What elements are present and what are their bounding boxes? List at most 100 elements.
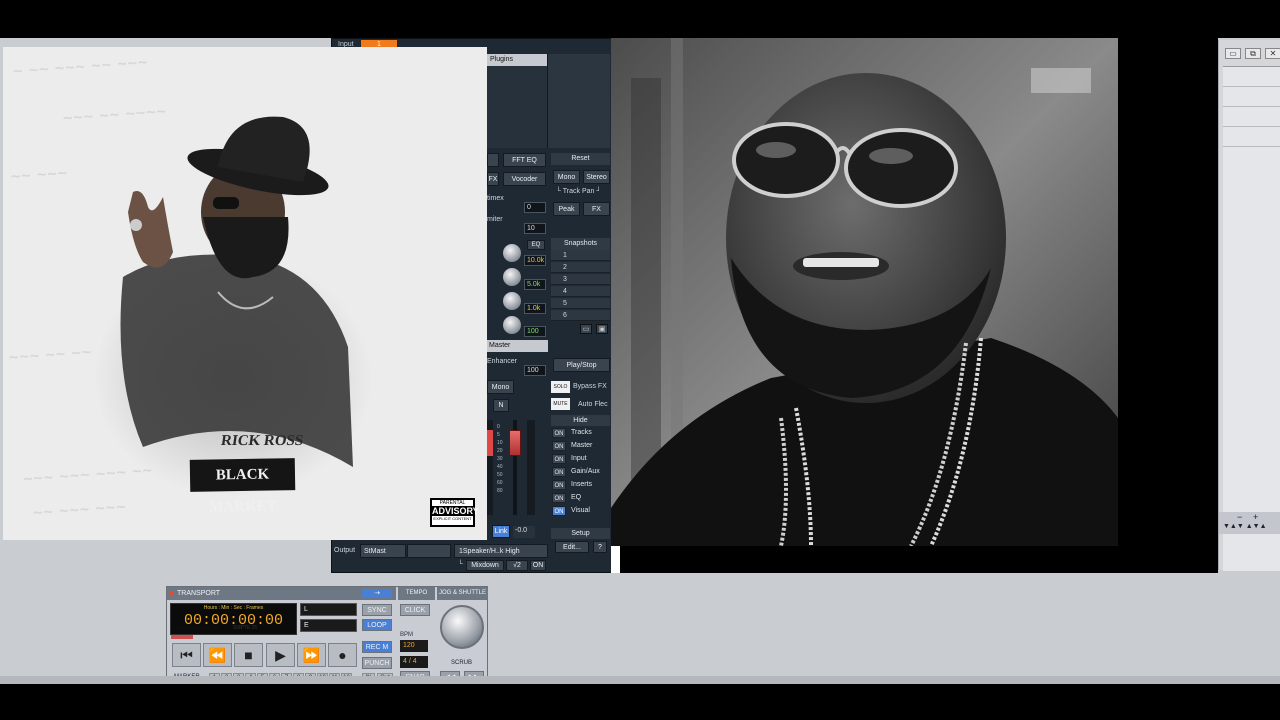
hide-visual-label: Visual	[571, 507, 590, 514]
limiter-value[interactable]: 10	[524, 223, 546, 234]
enhancer-value[interactable]: 100	[524, 365, 546, 376]
mute-button[interactable]: MUTE	[551, 398, 570, 410]
record-button[interactable]: ●	[328, 643, 357, 667]
enhancer-label: Enhancer	[487, 358, 517, 365]
eq-knob-midhigh[interactable]	[503, 268, 521, 286]
rec-mode-button[interactable]: REC M	[362, 641, 392, 653]
hide-tracks-label: Tracks	[571, 429, 592, 436]
master-mono-button[interactable]: Mono	[487, 380, 514, 394]
close-icon[interactable]	[169, 591, 174, 596]
edit-button[interactable]: Edit...	[555, 541, 589, 553]
mixdown-on-button[interactable]: ON	[530, 560, 546, 571]
click-button[interactable]: CLICK	[400, 604, 430, 616]
speaker-select[interactable]: 1Speaker/H..k High	[454, 544, 548, 558]
link-button[interactable]: Link	[492, 525, 510, 538]
jog-wheel[interactable]	[440, 605, 484, 649]
zoom-minus-button[interactable]: −	[1237, 512, 1242, 522]
output-format-select[interactable]	[407, 544, 451, 558]
n-button[interactable]: N	[493, 399, 509, 412]
record-indicator	[171, 635, 193, 639]
time-format-label[interactable]: TIME FORMAT ▾	[172, 625, 217, 632]
snapshot-2[interactable]: 2	[551, 262, 610, 273]
hide-eq-toggle[interactable]: ON	[552, 493, 566, 503]
fft-eq-button[interactable]: FFT EQ	[503, 153, 546, 167]
solo-button[interactable]: SOLO	[551, 381, 570, 393]
snapshot-3[interactable]: 3	[551, 274, 610, 285]
meter-left-level	[487, 430, 493, 456]
channel-button[interactable]: √2	[506, 560, 528, 571]
eq-value-high[interactable]: 10.0k	[524, 255, 546, 266]
album-artist: RICK ROSS	[219, 433, 305, 449]
mono-button[interactable]: Mono	[553, 170, 580, 184]
snapshots-header: Snapshots	[551, 238, 610, 250]
snapshot-5[interactable]: 5	[551, 298, 610, 309]
folder-icon[interactable]: ▭	[580, 324, 592, 334]
snapshot-1[interactable]: 1	[551, 250, 610, 261]
stereo-button[interactable]: Stereo	[583, 170, 610, 184]
scrub-label: SCRUB	[451, 660, 473, 666]
rewind-to-start-button[interactable]: ⏮	[172, 643, 201, 667]
bpm-value[interactable]: 120	[400, 640, 428, 652]
snapshot-6[interactable]: 6	[551, 310, 610, 321]
hide-header: Hide	[551, 415, 610, 426]
timex-value[interactable]: 0	[524, 202, 546, 213]
help-button[interactable]: ?	[593, 541, 607, 553]
output-select[interactable]: StMast	[360, 544, 406, 558]
transport-arrow-button[interactable]: ⇢	[362, 589, 392, 598]
fx-button[interactable]: FX	[487, 172, 499, 186]
eq-value-midhigh[interactable]: 5.0k	[524, 279, 546, 290]
sync-button[interactable]: SYNC	[362, 604, 392, 616]
photo-edge	[611, 546, 620, 573]
save-icon[interactable]: ▣	[596, 324, 608, 334]
meter-right	[527, 420, 535, 515]
screen: ▭ ⧉ ✕ − + ▼▲▼ ▲▼▲ Input 1 Plugins FFT EQ…	[0, 0, 1280, 720]
hide-gain-aux-toggle[interactable]: ON	[552, 467, 566, 477]
track-area[interactable]	[1223, 66, 1280, 571]
photo-border-bottom	[620, 546, 1218, 573]
tempo-title: TEMPO	[398, 587, 435, 600]
punch-button[interactable]: PUNCH	[362, 657, 392, 669]
snapshot-4[interactable]: 4	[551, 286, 610, 297]
daw-bottom-bar	[0, 676, 1280, 684]
locator-e[interactable]: E	[300, 619, 357, 632]
fast-forward-button[interactable]: ⏩	[297, 643, 326, 667]
track-pan-label: └ Track Pan ┘	[556, 188, 602, 195]
restore-icon[interactable]: ⧉	[1245, 48, 1261, 59]
rewind-button[interactable]: ⏪	[203, 643, 232, 667]
album-cover: ~ ~~ ~~~ ~~ ~~~ ~~~ ~~ ~~~~ ~~ ~~~ ~~~ ~…	[3, 47, 487, 540]
eq-value-low[interactable]: 100	[524, 326, 546, 337]
locator-l[interactable]: L	[300, 603, 357, 616]
eq-knob-midlow[interactable]	[503, 292, 521, 310]
reset-button[interactable]: Reset	[551, 153, 610, 165]
output-label: Output	[334, 547, 356, 554]
hide-input-toggle[interactable]: ON	[552, 454, 566, 464]
eq-knob-high[interactable]	[503, 244, 521, 262]
vocoder-button[interactable]: Vocoder	[503, 172, 546, 186]
nudge-arrows[interactable]: ▼▲▼ ▲▼▲	[1223, 523, 1267, 530]
minimize-icon[interactable]: ▭	[1225, 48, 1241, 59]
eq-knob-low[interactable]	[503, 316, 521, 334]
hide-master-toggle[interactable]: ON	[552, 441, 566, 451]
eq-toggle[interactable]: EQ	[527, 240, 545, 250]
master-fader[interactable]	[509, 430, 521, 456]
loop-button[interactable]: LOOP	[362, 619, 392, 631]
artist-photo-image	[611, 38, 1118, 546]
eq-value-midlow[interactable]: 1.0k	[524, 303, 546, 314]
hide-tracks-toggle[interactable]: ON	[552, 428, 566, 438]
play-stop-button[interactable]: Play/Stop	[553, 358, 610, 372]
fx2-button[interactable]: FX	[583, 202, 610, 216]
mixdown-button[interactable]: Mixdown	[466, 560, 504, 571]
peak-button[interactable]: Peak	[553, 202, 580, 216]
stop-button[interactable]: ■	[234, 643, 263, 667]
zoom-plus-button[interactable]: +	[1253, 512, 1258, 522]
artist-photo	[611, 38, 1118, 546]
hide-inserts-toggle[interactable]: ON	[552, 480, 566, 490]
bpm-label: BPM	[400, 632, 414, 638]
close-icon[interactable]: ✕	[1265, 48, 1280, 59]
eq-mode-button[interactable]	[487, 153, 499, 167]
plugins-list[interactable]: Plugins	[487, 54, 548, 148]
hide-visual-toggle[interactable]: ON	[552, 506, 566, 516]
play-button[interactable]: ▶	[266, 643, 295, 667]
time-signature[interactable]: 4 / 4	[400, 656, 428, 668]
hide-input-label: Input	[571, 455, 587, 462]
